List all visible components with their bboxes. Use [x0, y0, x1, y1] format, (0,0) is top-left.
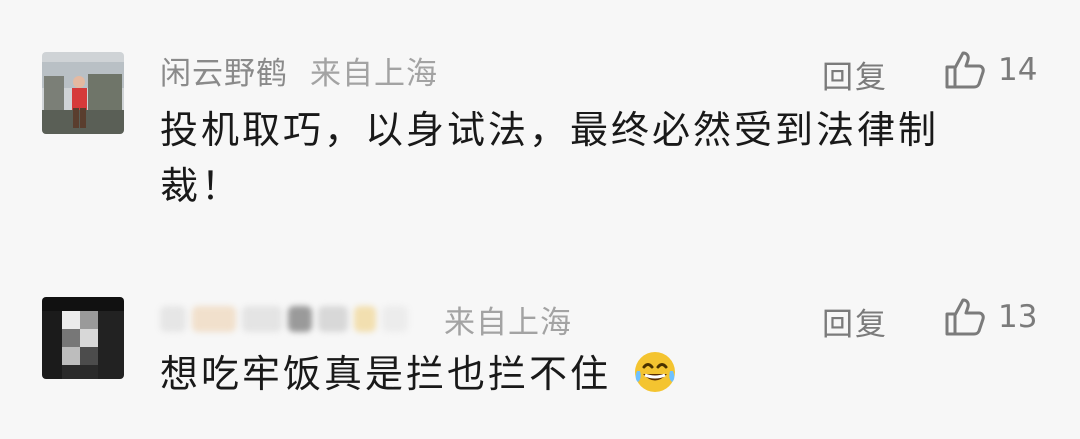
redaction-block — [192, 306, 236, 332]
avatar[interactable] — [42, 52, 124, 134]
like-count: 13 — [998, 299, 1038, 335]
redaction-block — [288, 306, 312, 332]
redaction-block — [382, 306, 408, 332]
username-redacted[interactable] — [160, 301, 422, 337]
like-button[interactable]: 14 — [944, 50, 1037, 90]
redaction-block — [242, 306, 282, 332]
redaction-block — [160, 306, 186, 332]
pixelated-avatar-icon — [42, 297, 124, 379]
reply-button[interactable]: 回复 — [822, 299, 888, 344]
comment-header: 来自上海 — [160, 299, 572, 341]
location-label: 来自上海 — [444, 304, 572, 341]
redaction-block — [354, 306, 376, 332]
comment-header: 闲云野鹤 来自上海 — [160, 48, 438, 93]
comment-text-body: 想吃牢饭真是拦也拦不住 — [160, 352, 612, 396]
reply-button[interactable]: 回复 — [822, 52, 888, 97]
location-label: 来自上海 — [310, 55, 438, 92]
comment-item — [0, 250, 1080, 439]
username[interactable]: 闲云野鹤 — [160, 48, 288, 93]
like-button[interactable]: 13 — [944, 297, 1037, 337]
comment-text: 想吃牢饭真是拦也拦不住 — [160, 346, 1040, 402]
redaction-block — [318, 306, 348, 332]
like-count: 14 — [998, 52, 1038, 88]
user-photo-avatar-icon — [42, 52, 124, 134]
thumbs-up-icon — [945, 298, 985, 336]
comment-text: 投机取巧，以身试法，最终必然受到法律制裁！ — [160, 108, 940, 208]
tears-of-joy-emoji-icon — [635, 352, 676, 392]
avatar[interactable] — [42, 297, 124, 379]
thumbs-up-icon — [945, 51, 985, 89]
